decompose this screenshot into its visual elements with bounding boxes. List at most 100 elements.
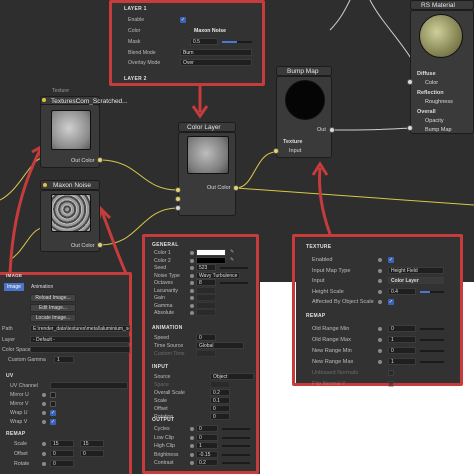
bump-remap-field[interactable]: 1 <box>388 358 416 365</box>
noise-row-dot[interactable] <box>190 311 194 315</box>
noise-row-slider[interactable] <box>220 282 248 284</box>
noise-output-dot[interactable] <box>190 461 194 465</box>
bump-row-dot[interactable] <box>378 268 382 273</box>
node-editor-canvas[interactable]: LAYER 1 Enable ✓ Color Maxon Noise Mask … <box>0 0 474 474</box>
bump-remap-dot[interactable] <box>378 360 382 364</box>
noise-row-dot[interactable] <box>190 273 194 278</box>
colorlayer-in-port-2[interactable] <box>175 196 181 202</box>
noise-anim-field[interactable] <box>196 350 216 357</box>
bump-remap-slider[interactable] <box>420 361 444 363</box>
noise-input-field[interactable]: 0.2 <box>210 389 230 396</box>
noise-row-dot[interactable] <box>190 266 194 270</box>
noise-input-field[interactable]: 0 <box>210 405 230 412</box>
noise-color-swatch[interactable] <box>196 249 226 256</box>
noise-output-dot[interactable] <box>190 452 194 457</box>
noise-row-field[interactable] <box>196 286 216 294</box>
noise-output-field[interactable]: 0.2 <box>196 459 218 466</box>
colorlayer-out-port[interactable] <box>233 185 239 191</box>
bump-remap-header[interactable]: REMAP <box>306 313 326 319</box>
eyedropper-icon[interactable]: ✎ <box>230 249 234 255</box>
noise-anim-field[interactable]: Global <box>196 342 244 349</box>
noise-general-header[interactable]: GENERAL <box>152 242 179 248</box>
locate-image-button[interactable]: Locate Image... <box>30 314 76 322</box>
noise-row-field[interactable] <box>196 294 216 301</box>
noise-row-dot[interactable] <box>190 258 194 263</box>
bump-remap-dot[interactable] <box>378 349 382 353</box>
rs-color-port[interactable] <box>407 79 413 85</box>
uv-checkbox[interactable] <box>50 392 56 398</box>
rs-material-header[interactable]: RS Material <box>410 0 474 10</box>
bump-remap-field[interactable]: 0 <box>388 347 416 354</box>
noise-input-header[interactable]: INPUT <box>152 364 169 370</box>
overlay-mode-dropdown[interactable]: Over <box>180 59 252 66</box>
image-remap-field-2[interactable]: 15 <box>80 440 104 447</box>
bump-remap-checkbox[interactable] <box>388 370 394 376</box>
image-remap-header[interactable]: REMAP <box>6 431 26 437</box>
custom-gamma-field[interactable]: 1 <box>54 356 74 363</box>
image-remap-field-1[interactable]: 0 <box>50 460 74 467</box>
layer1-header[interactable]: LAYER 1 <box>124 6 147 12</box>
tab-image[interactable]: Image <box>4 283 24 291</box>
noise-row-slider[interactable] <box>220 267 248 269</box>
image-remap-field-1[interactable]: 0 <box>50 450 74 457</box>
noise-output-field[interactable]: 0 <box>196 425 218 432</box>
bump-remap-field[interactable]: 1 <box>388 336 416 343</box>
noise-output-slider[interactable] <box>222 428 250 430</box>
noise-row-dot[interactable] <box>190 296 194 300</box>
noise-node[interactable]: Out Color <box>40 190 100 252</box>
noise-out-port[interactable] <box>97 242 103 248</box>
noise-node-header[interactable]: Maxon Noise <box>40 180 100 190</box>
texture-node-header[interactable]: TexturesCom_Scratched... <box>40 96 128 105</box>
colorlayer-node-header[interactable]: Color Layer <box>178 122 236 132</box>
layer-mask-slider[interactable] <box>222 41 252 43</box>
noise-output-field[interactable]: 0 <box>196 433 218 441</box>
uv-checkbox[interactable] <box>50 401 56 407</box>
bump-texture-header[interactable]: TEXTURE <box>306 244 331 250</box>
bump-row-field[interactable]: Height Field <box>388 266 444 274</box>
noise-row-dot[interactable] <box>190 288 194 293</box>
noise-output-slider[interactable] <box>222 436 250 439</box>
bump-remap-dot[interactable] <box>378 327 382 331</box>
noise-row-field[interactable]: 523 <box>196 264 216 271</box>
image-header[interactable]: IMAGE <box>6 273 22 278</box>
uv-check-dot[interactable] <box>42 393 46 397</box>
layer-mask-field[interactable]: 0.5 <box>190 38 218 45</box>
bump-row-checkbox[interactable]: ✓ <box>388 299 394 305</box>
noise-output-slider[interactable] <box>222 445 250 447</box>
edit-image-button[interactable]: Edit Image... <box>30 304 76 312</box>
noise-row-field[interactable] <box>196 309 216 316</box>
noise-row-field[interactable] <box>196 301 216 309</box>
bump-row-field[interactable]: Color Layer <box>388 277 444 284</box>
rs-material-node[interactable]: Diffuse Color Reflection Roughness Overa… <box>410 10 474 134</box>
uv-checkbox[interactable]: ✓ <box>50 410 56 416</box>
noise-anim-field[interactable]: 0 <box>196 334 216 341</box>
layer-enable-checkbox[interactable]: ✓ <box>180 17 186 23</box>
bump-row-dot[interactable] <box>378 258 382 262</box>
eyedropper-icon[interactable]: ✎ <box>230 257 234 263</box>
noise-animation-header[interactable]: ANIMATION <box>152 325 183 331</box>
noise-row-dot[interactable] <box>190 251 194 255</box>
bump-remap-slider[interactable] <box>420 350 444 352</box>
noise-output-header[interactable]: OUTPUT <box>152 417 174 423</box>
bump-row-checkbox[interactable]: ✓ <box>388 257 394 263</box>
image-remap-dot[interactable] <box>42 452 46 456</box>
uv-channel-field[interactable] <box>50 382 128 389</box>
image-remap-field-1[interactable]: 15 <box>50 440 74 447</box>
colorlayer-in-port-3[interactable] <box>175 205 181 211</box>
bump-out-port[interactable] <box>329 127 335 133</box>
color-space-dropdown[interactable] <box>30 346 130 353</box>
noise-color-swatch[interactable] <box>196 256 226 264</box>
noise-input-field[interactable]: 0 <box>210 413 230 420</box>
bump-remap-field[interactable]: 0 <box>388 325 416 332</box>
image-remap-dot[interactable] <box>42 442 46 446</box>
noise-row-dot[interactable] <box>190 303 194 308</box>
bump-row-dot[interactable] <box>378 289 382 294</box>
bump-remap-dot[interactable] <box>378 338 382 342</box>
reload-image-button[interactable]: Reload Image... <box>30 294 76 302</box>
rs-bump-port[interactable] <box>407 125 413 131</box>
tab-animation[interactable]: Animation <box>28 283 56 291</box>
bump-row-dot[interactable] <box>378 300 382 304</box>
noise-row-dot[interactable] <box>190 281 194 285</box>
layer-color-value[interactable]: Maxon Noise <box>194 28 226 34</box>
uv-header[interactable]: UV <box>6 373 14 379</box>
